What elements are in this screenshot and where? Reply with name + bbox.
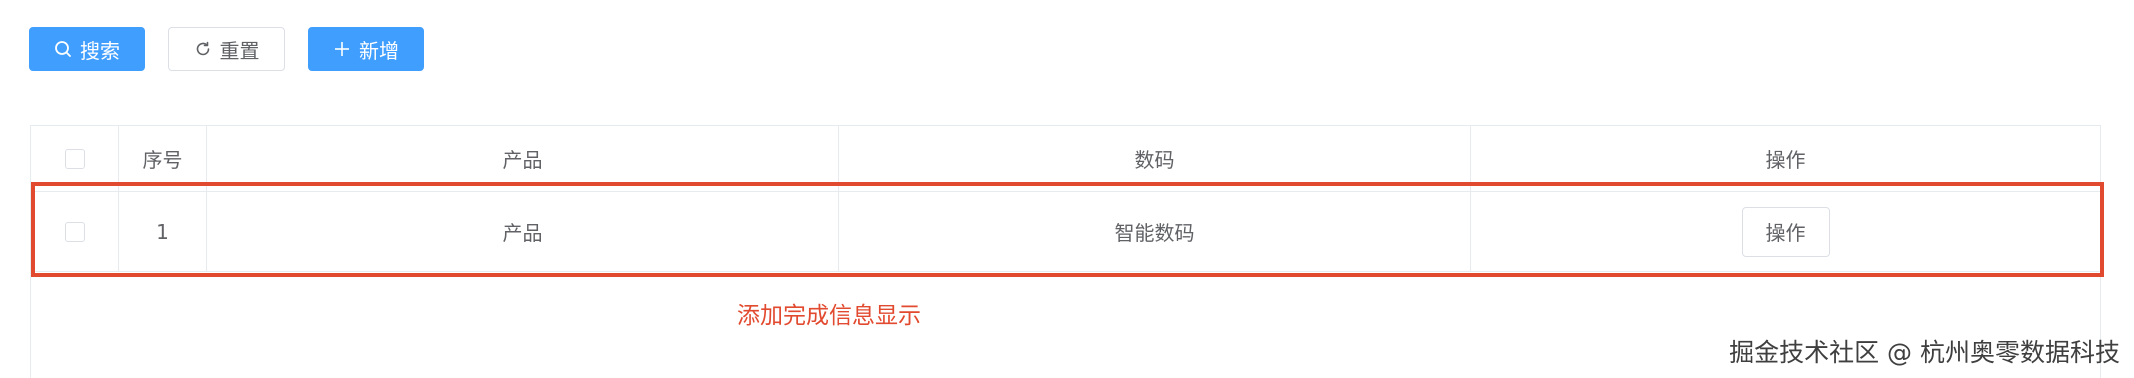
table-header: 序号 产品 数码 操作 — [31, 126, 2100, 192]
select-all-checkbox[interactable] — [64, 148, 85, 169]
header-checkbox-cell — [31, 126, 119, 191]
row-checkbox[interactable] — [64, 221, 85, 242]
watermark: 掘金技术社区 @ 杭州奥零数据科技 — [1729, 338, 2120, 367]
reset-button-label: 重置 — [219, 38, 260, 63]
annotation-text: 添加完成信息显示 — [737, 303, 921, 329]
search-button-label: 搜索 — [80, 38, 120, 63]
column-header-digital: 数码 — [839, 126, 1471, 191]
row-action-button[interactable]: 操作 — [1741, 206, 1830, 257]
reset-button[interactable]: 重置 — [168, 27, 285, 71]
row-index: 1 — [119, 192, 207, 271]
search-icon — [54, 40, 72, 58]
add-button-label: 新增 — [359, 38, 399, 63]
row-digital: 智能数码 — [839, 192, 1471, 271]
add-button[interactable]: 新增 — [308, 27, 424, 71]
row-product: 产品 — [207, 192, 839, 271]
column-header-product: 产品 — [207, 126, 839, 191]
row-checkbox-cell — [31, 192, 119, 271]
refresh-icon — [194, 40, 212, 58]
plus-icon — [333, 40, 351, 58]
table-row: 1 产品 智能数码 操作 — [31, 192, 2100, 272]
search-button[interactable]: 搜索 — [29, 27, 145, 71]
column-header-index: 序号 — [119, 126, 207, 191]
column-header-action: 操作 — [1765, 148, 1806, 172]
row-action-cell: 操作 — [1471, 192, 2100, 271]
